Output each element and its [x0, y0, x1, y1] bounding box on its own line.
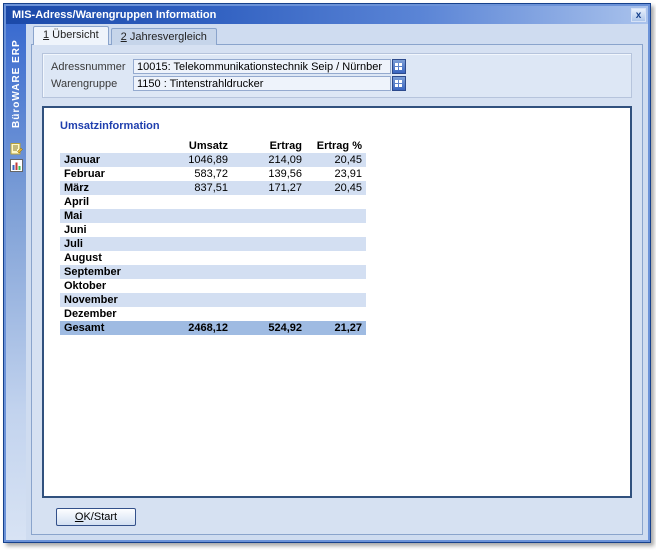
table-row: März837,51171,2720,45 — [60, 181, 366, 195]
main-area: 1 Übersicht 2 Jahresvergleich Adressnumm… — [26, 24, 648, 540]
table-row: August — [60, 251, 366, 265]
adressnummer-value: 10015: Telekommunikationstechnik Seip / … — [137, 61, 382, 73]
adressnummer-row: Adressnummer 10015: Telekommunikationste… — [51, 58, 623, 75]
table-footer: Gesamt 2468,12 524,92 21,27 — [60, 321, 366, 335]
panel-footer: OK/Start — [42, 498, 632, 528]
tab-strip: 1 Übersicht 2 Jahresvergleich — [31, 26, 643, 45]
brand-text: BüroWARE ERP — [11, 28, 22, 128]
col-ertrag-pct: Ertrag % — [306, 139, 366, 153]
sidebar-icons — [10, 142, 23, 172]
table-row: Dezember — [60, 307, 366, 321]
warengruppe-lookup-icon[interactable] — [392, 76, 406, 91]
table-row: April — [60, 195, 366, 209]
titlebar: MIS-Adress/Warengruppen Information x — [6, 6, 648, 24]
table-header-row: Umsatz Ertrag Ertrag % — [60, 139, 366, 153]
umsatz-panel: Umsatzinformation Umsatz Ertrag Ertrag % — [42, 106, 632, 498]
selection-groupbox: Adressnummer 10015: Telekommunikationste… — [42, 53, 632, 98]
ok-label: K/Start — [83, 511, 117, 523]
uebersicht-panel: Adressnummer 10015: Telekommunikationste… — [31, 44, 643, 535]
tab-label: Übersicht — [49, 29, 99, 41]
table-row: Oktober — [60, 279, 366, 293]
total-label: Gesamt — [60, 321, 152, 335]
table-row: Juli — [60, 237, 366, 251]
app-window: MIS-Adress/Warengruppen Information x Bü… — [3, 3, 651, 543]
table-row: September — [60, 265, 366, 279]
warengruppe-label: Warengruppe — [51, 78, 133, 90]
adressnummer-field[interactable]: 10015: Telekommunikationstechnik Seip / … — [133, 59, 391, 74]
warengruppe-field[interactable]: 1150 : Tintenstrahldrucker — [133, 76, 391, 91]
adressnummer-label: Adressnummer — [51, 61, 133, 73]
total-ertrag: 524,92 — [232, 321, 306, 335]
window-body: BüroWARE ERP — [6, 24, 648, 540]
total-umsatz: 2468,12 — [152, 321, 232, 335]
table-row: Januar1046,89214,0920,45 — [60, 153, 366, 167]
tab-uebersicht[interactable]: 1 Übersicht — [33, 26, 109, 45]
ok-start-button[interactable]: OK/Start — [56, 508, 136, 526]
col-umsatz: Umsatz — [152, 139, 232, 153]
adressnummer-lookup-icon[interactable] — [392, 59, 406, 74]
note-icon[interactable] — [10, 142, 23, 155]
tab-jahresvergleich[interactable]: 2 Jahresvergleich — [111, 28, 217, 45]
total-row: Gesamt 2468,12 524,92 21,27 — [60, 321, 366, 335]
umsatz-table: Umsatz Ertrag Ertrag % Januar1046,89214,… — [60, 139, 366, 335]
warengruppe-value: 1150 : Tintenstrahldrucker — [137, 78, 263, 90]
warengruppe-row: Warengruppe 1150 : Tintenstrahldrucker — [51, 75, 623, 92]
close-icon[interactable]: x — [631, 8, 646, 22]
col-month — [60, 139, 152, 153]
tab-label: Jahresvergleich — [127, 31, 207, 43]
window-title: MIS-Adress/Warengruppen Information — [12, 9, 631, 21]
total-ertrag-pct: 21,27 — [306, 321, 366, 335]
panel-title: Umsatzinformation — [60, 120, 614, 132]
table-row: Juni — [60, 223, 366, 237]
brand-sidebar: BüroWARE ERP — [6, 24, 26, 540]
table-body: Januar1046,89214,0920,45Februar583,72139… — [60, 153, 366, 321]
chart-icon[interactable] — [10, 159, 23, 172]
col-ertrag: Ertrag — [232, 139, 306, 153]
table-row: Mai — [60, 209, 366, 223]
table-row: Februar583,72139,5623,91 — [60, 167, 366, 181]
table-row: November — [60, 293, 366, 307]
